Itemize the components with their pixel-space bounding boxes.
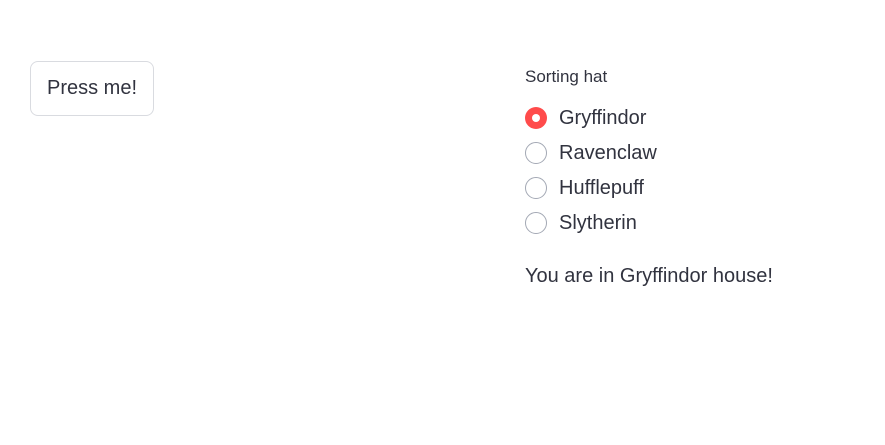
radio-selected-icon[interactable] <box>525 106 547 129</box>
radio-option-label: Ravenclaw <box>559 141 657 164</box>
radio-option-ravenclaw[interactable]: Ravenclaw <box>525 135 865 170</box>
app-page: Press me! Sorting hat Gryffindor Ravencl… <box>0 0 885 445</box>
radio-option-gryffindor[interactable]: Gryffindor <box>525 100 865 135</box>
right-column: Sorting hat Gryffindor Ravenclaw Hufflep… <box>525 66 865 288</box>
radio-group-label: Sorting hat <box>525 67 608 86</box>
sorting-hat-radio-group: Gryffindor Ravenclaw Hufflepuff Slytheri… <box>525 100 865 240</box>
radio-option-label: Slytherin <box>559 211 637 234</box>
radio-unselected-icon[interactable] <box>525 141 547 164</box>
radio-unselected-icon[interactable] <box>525 176 547 199</box>
press-me-button[interactable]: Press me! <box>30 61 155 116</box>
radio-option-label: Gryffindor <box>559 106 647 129</box>
house-result-text: You are in Gryffindor house! <box>525 265 773 287</box>
radio-option-hufflepuff[interactable]: Hufflepuff <box>525 170 865 205</box>
radio-unselected-icon[interactable] <box>525 211 547 234</box>
radio-option-slytherin[interactable]: Slytherin <box>525 205 865 240</box>
left-column: Press me! <box>30 61 155 116</box>
radio-option-label: Hufflepuff <box>559 176 644 199</box>
